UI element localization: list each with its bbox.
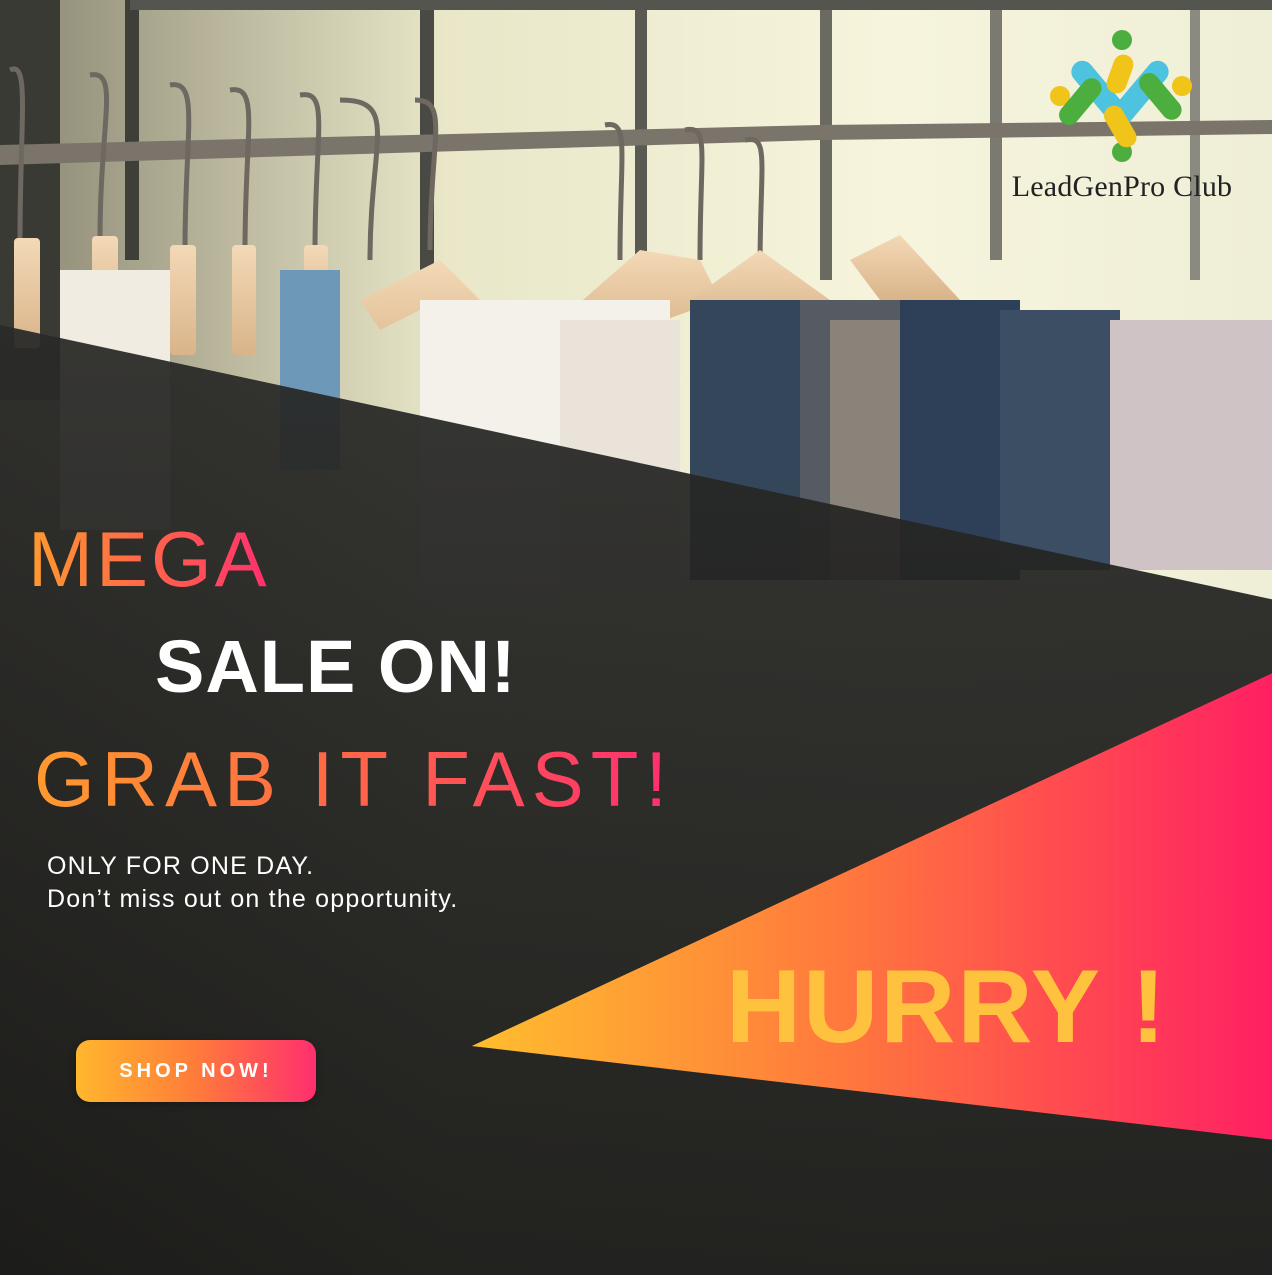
subtext-line-2: Don’t miss out on the opportunity. — [47, 885, 459, 913]
subtext-line-1: ONLY FOR ONE DAY. — [47, 852, 315, 880]
shop-now-button[interactable]: SHOP NOW! — [76, 1040, 316, 1102]
subtext: ONLY FOR ONE DAY. Don’t miss out on the … — [47, 850, 458, 916]
headline-grab-it-fast: GRAB IT FAST! — [34, 735, 675, 823]
brand-name: LeadGenPro Club — [1011, 170, 1233, 203]
people-circle-logo-icon — [1050, 30, 1192, 162]
hurry-callout: HURRY ! — [726, 949, 1168, 1065]
headline-sale-on: SALE ON! — [155, 625, 517, 708]
headline-mega: MEGA — [28, 515, 270, 603]
sale-banner: LeadGenPro Club MEGA SALE ON! GRAB IT FA… — [0, 0, 1275, 1280]
